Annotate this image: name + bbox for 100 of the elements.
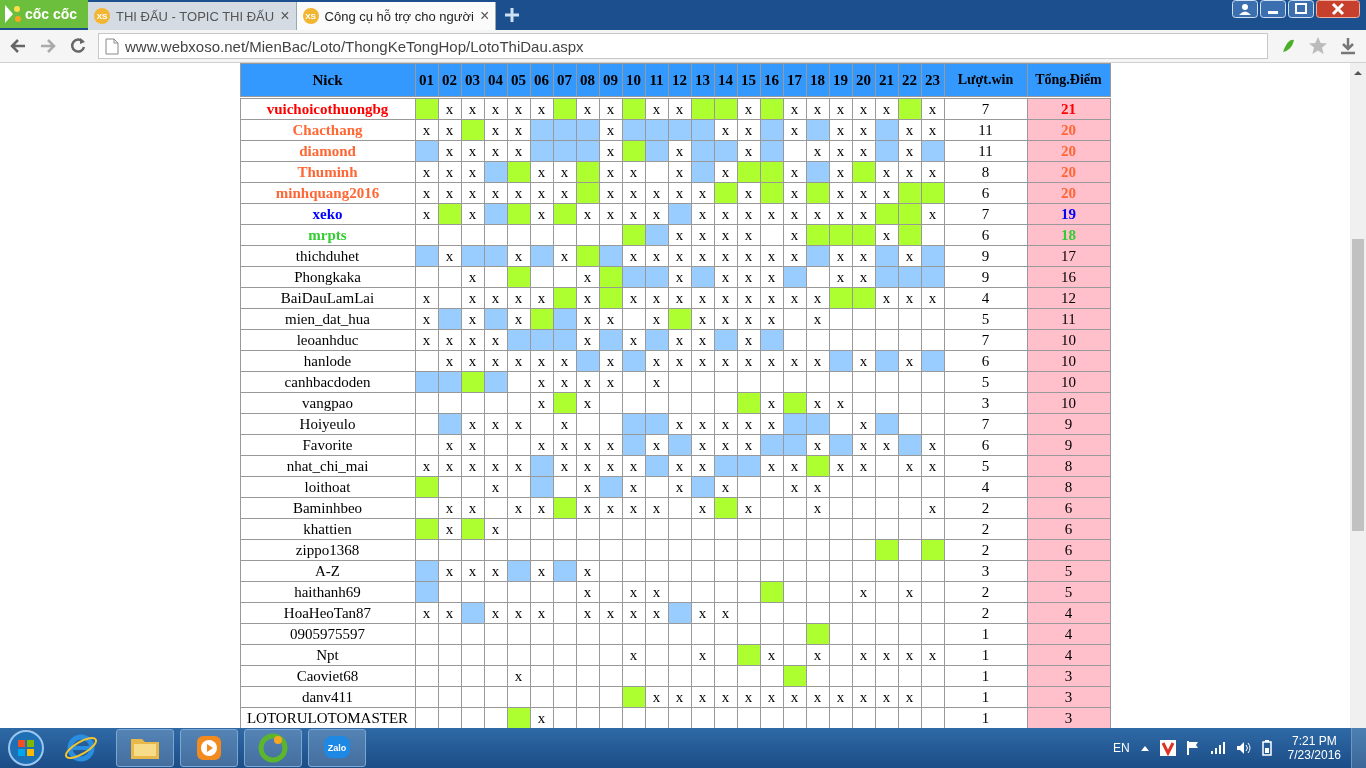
table-cell: x <box>898 140 921 162</box>
table-cell: x <box>576 371 599 393</box>
url-text: www.webxoso.net/MienBac/Loto/ThongKeTongHop/LotoThiDau.aspx <box>125 37 584 55</box>
table-cell: x <box>484 98 507 120</box>
reload-icon[interactable] <box>68 36 88 56</box>
language-indicator[interactable]: EN <box>1112 741 1130 755</box>
table-cell: 4 <box>944 476 1027 498</box>
table-cell: x <box>668 161 691 183</box>
table-cell: x <box>668 413 691 435</box>
table-cell: x <box>714 434 737 456</box>
clock-date[interactable]: 7/23/2016 <box>1287 748 1341 762</box>
signal-icon[interactable] <box>1209 741 1226 755</box>
taskbar-app[interactable] <box>180 729 238 767</box>
table-cell: x <box>461 329 484 351</box>
table-cell: x <box>576 476 599 498</box>
table-cell: x <box>530 98 553 120</box>
table-cell: x <box>507 98 530 120</box>
table-cell: x <box>645 371 668 393</box>
table-cell: x <box>783 182 806 204</box>
flag-icon[interactable] <box>1185 740 1200 756</box>
user-icon[interactable] <box>1232 0 1258 18</box>
clock-time[interactable]: 7:21 PM <box>1291 734 1337 748</box>
table-cell: x <box>806 497 829 519</box>
table-cell: x <box>714 287 737 309</box>
table-cell: x <box>461 161 484 183</box>
table-cell: x <box>921 203 944 225</box>
table-cell: x <box>806 644 829 666</box>
table-cell: x <box>530 203 553 225</box>
volume-icon[interactable] <box>1235 741 1252 755</box>
table-cell: x <box>484 119 507 141</box>
table-cell: x <box>645 245 668 267</box>
table-cell: x <box>484 287 507 309</box>
browser-tab[interactable]: XS Công cụ hỗ trợ cho người × <box>296 2 497 30</box>
table-cell: x <box>921 287 944 309</box>
start-button[interactable] <box>6 728 46 768</box>
table-cell: x <box>622 203 645 225</box>
taskbar-app[interactable]: Zalo <box>308 729 366 767</box>
download-icon[interactable] <box>1338 36 1358 56</box>
close-button[interactable]: × <box>479 7 490 25</box>
table-cell: x <box>599 119 622 141</box>
star-icon[interactable] <box>1308 36 1328 56</box>
nick-cell: Baminhbeo <box>240 497 415 519</box>
minimize-icon[interactable] <box>1260 0 1286 18</box>
table-cell: x <box>852 413 875 435</box>
table-cell: x <box>645 98 668 120</box>
column-header: 05 <box>507 63 530 97</box>
close-button[interactable]: × <box>280 7 290 25</box>
battery-icon[interactable] <box>1261 740 1272 756</box>
table-cell: x <box>852 455 875 477</box>
table-cell: x <box>622 581 645 603</box>
nick-cell: thichduhet <box>240 245 415 267</box>
table-cell: x <box>530 287 553 309</box>
table-cell: x <box>829 686 852 708</box>
table-cell: x <box>737 350 760 372</box>
table-cell: x <box>898 287 921 309</box>
favicon: XS <box>94 8 110 24</box>
antivirus-icon[interactable] <box>1159 740 1176 756</box>
table-cell: x <box>829 266 852 288</box>
close-icon[interactable] <box>1316 0 1360 18</box>
table-cell: x <box>645 350 668 372</box>
table-cell: x <box>737 182 760 204</box>
table-cell: x <box>852 182 875 204</box>
nick-cell: 0905975597 <box>240 623 415 645</box>
table-cell: x <box>714 476 737 498</box>
table-cell: x <box>691 203 714 225</box>
table-cell: x <box>783 350 806 372</box>
nick-cell: BaiDauLamLai <box>240 287 415 309</box>
table-cell: x <box>737 308 760 330</box>
table-cell: x <box>438 329 461 351</box>
taskbar-app[interactable] <box>116 729 174 767</box>
logo-text: cốc cốc <box>25 6 78 22</box>
table-cell: x <box>852 581 875 603</box>
table-cell: x <box>668 287 691 309</box>
table-cell: x <box>415 119 438 141</box>
table-cell: x <box>783 455 806 477</box>
table-cell: x <box>576 497 599 519</box>
nick-cell: diamond <box>240 140 415 162</box>
table-cell: x <box>829 98 852 120</box>
nick-cell: vangpao <box>240 392 415 414</box>
maximize-icon[interactable] <box>1288 0 1314 18</box>
table-cell: 6 <box>944 434 1027 456</box>
table-cell: x <box>645 182 668 204</box>
table-cell: x <box>668 245 691 267</box>
browser-tab[interactable]: XS THI ĐẤU - TOPIC THI ĐẤU × <box>88 2 297 30</box>
table-cell: x <box>645 581 668 603</box>
table-cell: x <box>415 161 438 183</box>
table-cell: x <box>530 182 553 204</box>
table-cell: x <box>898 581 921 603</box>
address-bar[interactable]: www.webxoso.net/MienBac/Loto/ThongKeTongHop/LotoThiDau.aspx <box>98 33 1268 59</box>
table-cell: x <box>783 161 806 183</box>
table-cell: x <box>668 686 691 708</box>
scrollbar[interactable] <box>1350 63 1366 728</box>
table-cell: 9 <box>944 245 1027 267</box>
table-cell: x <box>898 686 921 708</box>
table-cell: x <box>737 203 760 225</box>
table-cell: x <box>461 455 484 477</box>
table-cell: x <box>530 371 553 393</box>
nick-cell: minhquang2016 <box>240 182 415 204</box>
table-cell: x <box>484 140 507 162</box>
table-cell: x <box>438 455 461 477</box>
